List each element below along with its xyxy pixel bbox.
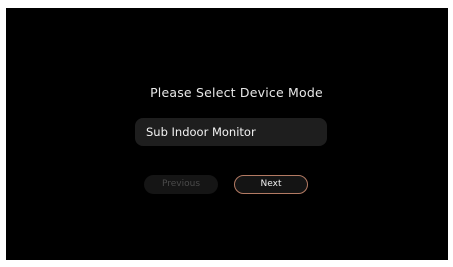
device-mode-selector[interactable]: Sub Indoor Monitor <box>135 118 327 146</box>
device-mode-screen: Please Select Device Mode Sub Indoor Mon… <box>6 8 448 260</box>
page-title: Please Select Device Mode <box>150 85 323 100</box>
previous-button[interactable]: Previous <box>144 175 218 194</box>
next-button[interactable]: Next <box>234 175 308 194</box>
